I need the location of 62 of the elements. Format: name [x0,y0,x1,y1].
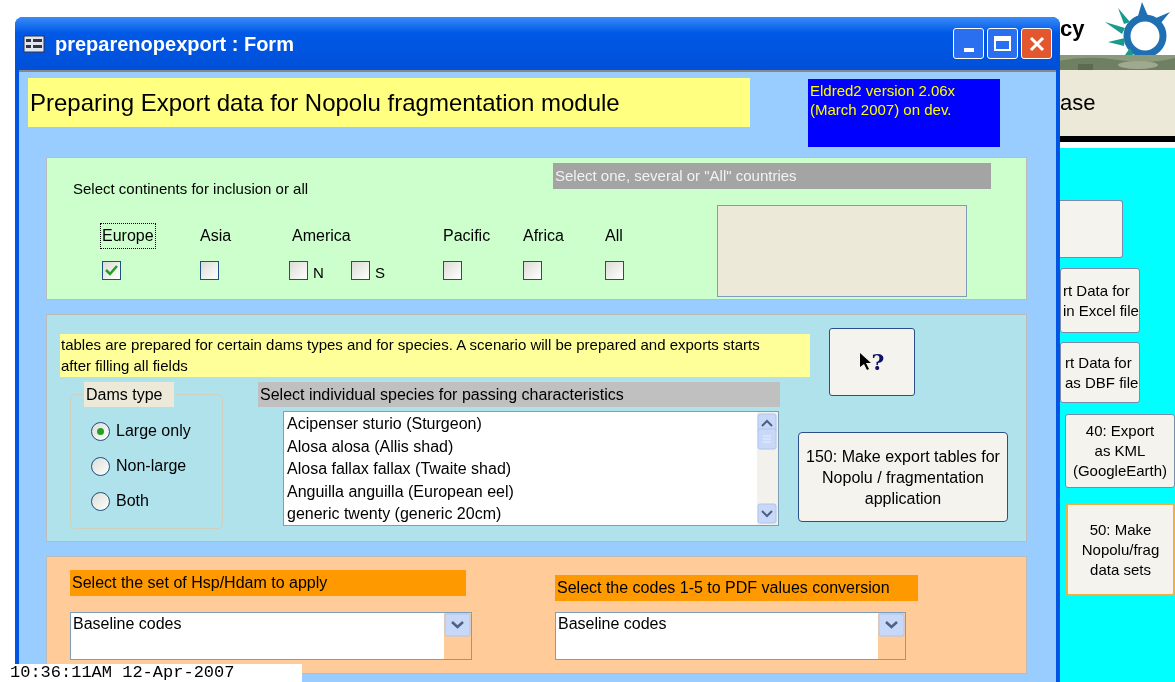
continent-label: All [604,226,624,246]
radio-label: Both [116,491,149,511]
radio-button[interactable] [91,456,110,476]
checkbox[interactable] [443,261,462,280]
maximize-icon [994,36,1011,51]
list-item[interactable]: generic twenty (generic 20cm) [287,503,757,526]
list-item[interactable]: Acipenser sturio (Sturgeon) [287,413,757,436]
continent-label: America [291,226,352,246]
status-time: 10:36:11AM 12-Apr-2007 [8,664,302,682]
checkbox[interactable] [200,261,219,280]
checkbox-label: N [313,263,324,283]
app-button[interactable] [1060,200,1123,258]
radio-button[interactable] [91,491,110,511]
codes-combo[interactable]: Baseline codes [70,612,472,660]
scroll-down-icon[interactable] [757,503,777,524]
radio-button[interactable] [91,421,110,441]
continent-label: Asia [199,226,233,246]
version-label: Eldred2 version 2.06x (March 2007) on dev. [808,79,1000,147]
heading-text: ase [1060,92,1096,114]
dropdown-icon[interactable] [878,613,905,637]
pointer-icon [859,353,872,371]
codes-label: Select the set of Hsp/Hdam to apply [70,570,466,596]
maximize-button[interactable] [987,28,1018,59]
radio-label: Non-large [116,456,187,476]
help-button[interactable]: ? [829,328,915,396]
scrollbar[interactable] [757,412,778,525]
checkbox[interactable] [289,261,308,280]
make-tables-button[interactable]: 150: Make export tables for Nopolu / fragmentation application [798,432,1008,522]
list-item[interactable]: Alosa fallax fallax (Twaite shad) [287,458,757,481]
logo-text: cy [1060,18,1085,40]
continent-label: Europe [101,224,155,248]
minimize-button[interactable] [953,28,984,59]
app-button[interactable]: rt Data for in Excel file [1060,268,1140,333]
continent-label: Pacific [442,226,492,246]
window-title: preparenopexport : Form [55,31,294,57]
species-header: Select individual species for passing characteristics [258,382,780,407]
app-button[interactable]: rt Data for as DBF file [1060,342,1140,403]
form-icon [23,34,45,53]
countries-hint: Select one, several or "All" countries [553,163,991,189]
form-heading: Preparing Export data for Nopolu fragmentation module [28,78,750,127]
list-item[interactable]: Alosa alosa (Allis shad) [287,435,757,458]
close-button[interactable] [1021,28,1052,59]
app-button[interactable]: 40: Export as KML (GoogleEarth) [1065,414,1175,488]
checkbox-label: S [375,263,385,283]
checkbox[interactable] [351,261,370,280]
group-legend: Dams type [84,382,174,407]
close-icon [1028,35,1045,52]
radio-label: Large only [116,421,191,441]
dropdown-icon[interactable] [444,613,471,637]
checkbox[interactable] [605,261,624,280]
codes-label: Select the codes 1-5 to PDF values conversion [555,575,918,601]
app-button[interactable]: 50: Make Nopolu/frag data sets [1066,503,1175,596]
scroll-thumb-icon[interactable] [757,427,777,450]
checkbox[interactable] [102,261,121,280]
species-list[interactable]: Acipenser sturio (Sturgeon) Alosa alosa (Allis shad) Alosa fallax fallax (Twaite shad) Anguilla anguilla (European eel) generic twenty (generic 20cm) [283,411,779,526]
continent-label: Africa [522,226,565,246]
checkbox[interactable] [523,261,542,280]
scenario-note: tables are prepared for certain dams types and for species. A scenario will be prepared and exports starts after filling all fields [60,334,810,377]
minimize-icon [963,48,974,52]
continents-label: Select continents for inclusion or all [73,179,309,199]
list-item[interactable]: Anguilla anguilla (European eel) [287,480,757,503]
codes-combo[interactable]: Baseline codes [555,612,906,660]
